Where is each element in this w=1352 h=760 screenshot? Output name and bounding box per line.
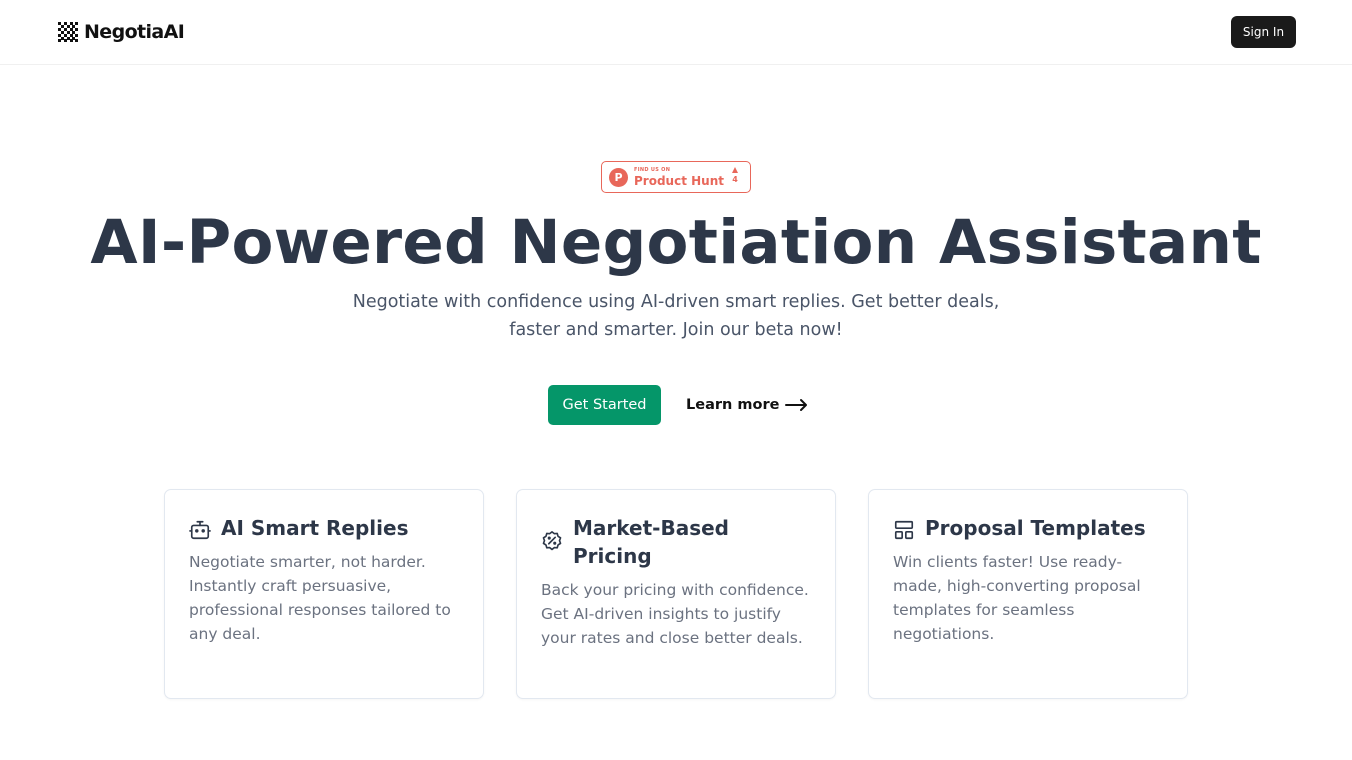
brand-name: NegotiaAI [84,21,185,43]
product-hunt-small-label: FIND US ON [634,166,671,173]
feature-card-header: Proposal Templates [893,514,1165,542]
product-hunt-name: Product Hunt [634,173,724,188]
feature-card-header: AI Smart Replies [189,514,461,542]
percent-badge-icon [542,531,562,551]
product-hunt-votes: 4 [732,167,738,184]
feature-description: Back your pricing with confidence. Get A… [541,581,809,647]
feature-title: Market-Based Pricing [573,516,729,568]
feature-card-smart-replies: AI Smart Replies Negotiate smarter, not … [164,489,484,699]
feature-title: Proposal Templates [925,516,1146,540]
feature-card-market-pricing: Market-Based Pricing Back your pricing w… [516,489,836,699]
feature-card-header: Market-Based Pricing [541,514,773,570]
product-hunt-text: FIND US ON Product Hunt [634,166,724,188]
brand-logo[interactable]: NegotiaAI [58,19,185,45]
site-header: NegotiaAI Sign In [0,0,1352,65]
sign-in-button[interactable]: Sign In [1231,16,1296,48]
feature-description: Negotiate smarter, not harder. Instantly… [189,553,451,643]
feature-title: AI Smart Replies [221,516,409,540]
template-layout-icon [894,520,914,540]
hero-subtitle: Negotiate with confidence using AI-drive… [352,292,1000,340]
learn-more-label: Learn more [686,397,780,413]
feature-card-proposal-templates: Proposal Templates Win clients faster! U… [868,489,1188,699]
upvote-triangle-icon [732,167,738,173]
robot-icon [189,520,211,540]
checkered-logo-icon [58,22,78,42]
arrow-right-icon [785,399,808,411]
upvote-count: 4 [732,175,738,184]
get-started-button[interactable]: Get Started [548,385,661,425]
product-hunt-logo-icon: P [609,167,628,187]
hero-title: AI-Powered Negotiation Assistant [90,207,1262,278]
learn-more-link[interactable]: Learn more [686,393,809,417]
product-hunt-badge[interactable]: P FIND US ON Product Hunt 4 [601,161,751,193]
feature-description: Win clients faster! Use ready-made, high… [893,553,1141,643]
